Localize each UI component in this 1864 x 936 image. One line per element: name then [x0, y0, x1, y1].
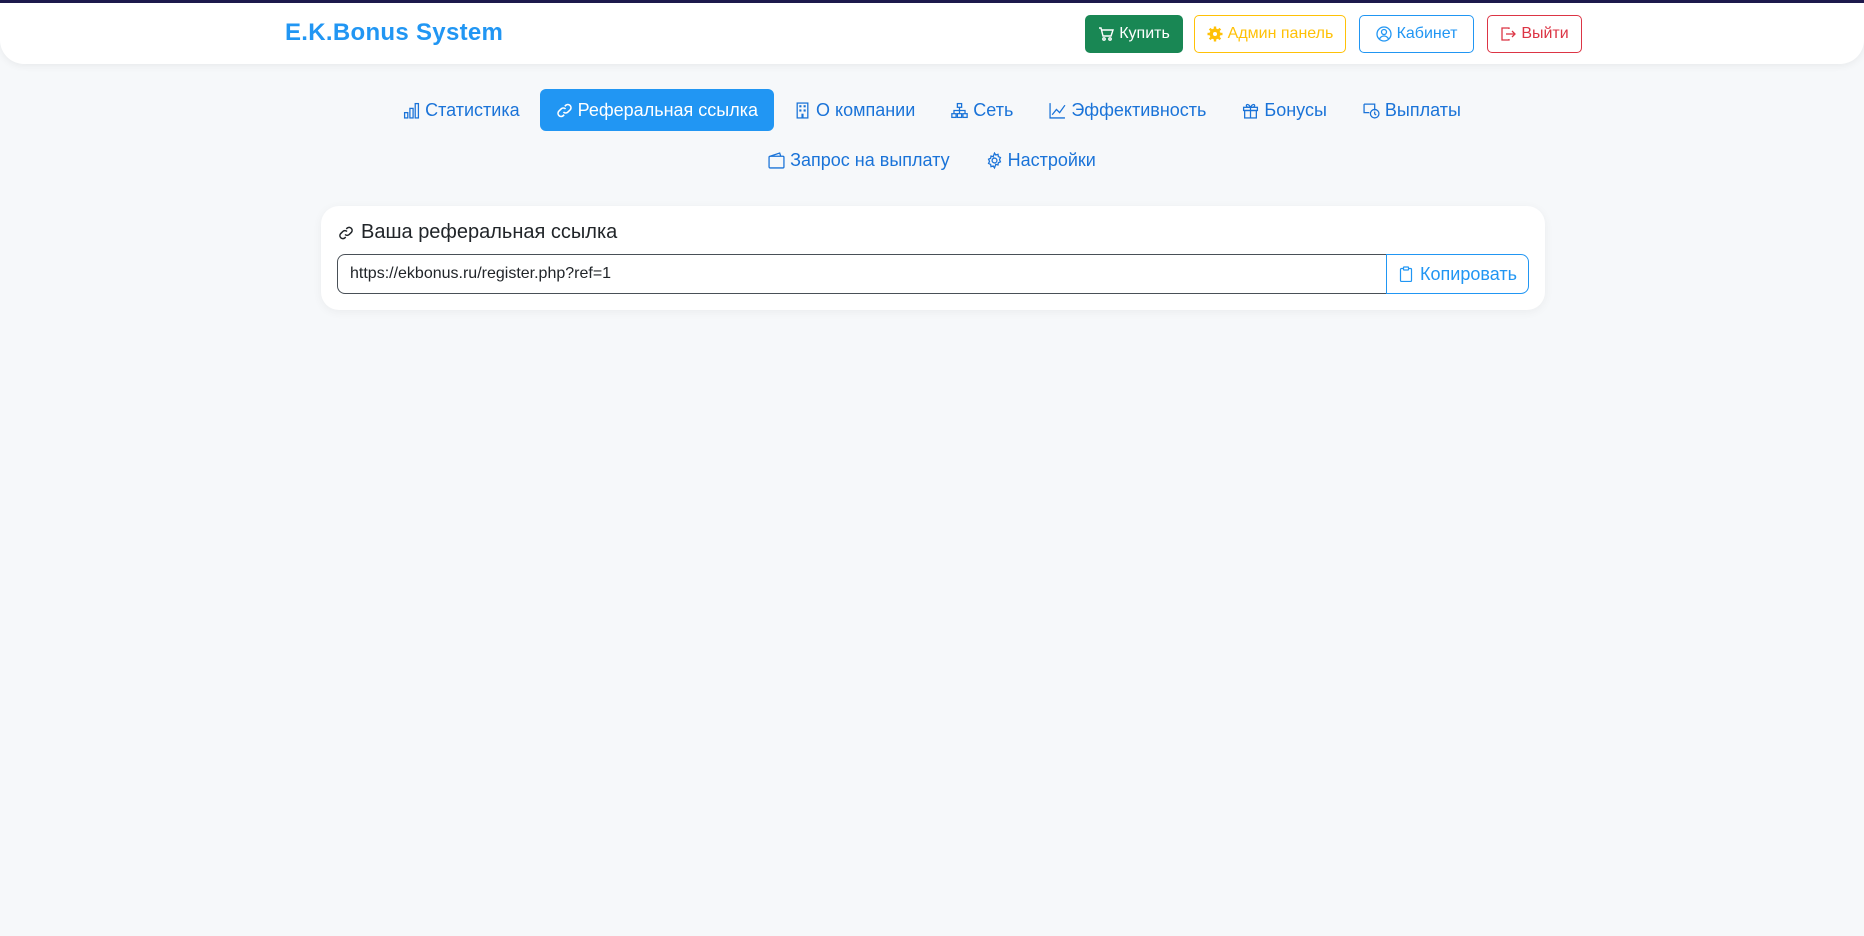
referral-card: Ваша реферальная ссылка Копировать: [321, 206, 1545, 310]
clipboard-icon: [1399, 266, 1413, 282]
logout-label: Выйти: [1521, 25, 1569, 42]
tab-label: Бонусы: [1264, 99, 1327, 120]
tab-label: Запрос на выплату: [790, 149, 950, 170]
link-icon: [339, 226, 353, 239]
tab-referral-link[interactable]: Реферальная ссылка: [539, 89, 774, 131]
copy-button[interactable]: Копировать: [1386, 254, 1529, 294]
gift-icon: [1243, 103, 1259, 119]
cabinet-label: Кабинет: [1396, 25, 1458, 42]
tab-bonuses[interactable]: Бонусы: [1226, 89, 1343, 131]
tab-payout-request[interactable]: Запрос на выплату: [752, 139, 965, 181]
building-icon: [796, 101, 809, 119]
tab-label: Настройки: [1007, 149, 1096, 170]
top-navbar: E.K.Bonus System Купить Админ панель Каб…: [0, 3, 1864, 64]
gear-icon: [987, 151, 1001, 169]
referral-input-group: Копировать: [337, 254, 1529, 294]
gear-icon: [1207, 26, 1223, 42]
admin-panel-button[interactable]: Админ панель: [1194, 15, 1346, 53]
network-icon: [951, 102, 969, 118]
user-circle-icon: [1375, 26, 1392, 42]
nav-tabs-row-2: Запрос на выплату Настройки: [0, 141, 1864, 179]
tab-settings[interactable]: Настройки: [970, 139, 1112, 181]
tab-label: О компании: [816, 99, 916, 120]
logout-icon: [1501, 27, 1517, 41]
cash-icon: [1363, 102, 1380, 119]
tab-payouts[interactable]: Выплаты: [1347, 89, 1477, 131]
tab-label: Статистика: [425, 99, 520, 120]
tab-label: Эффективность: [1071, 99, 1207, 120]
line-chart-icon: [1049, 102, 1066, 119]
tab-network[interactable]: Сеть: [935, 89, 1029, 131]
wallet-icon: [768, 151, 785, 169]
cart-icon: [1099, 27, 1115, 41]
brand-logo[interactable]: E.K.Bonus System: [285, 19, 503, 47]
buy-label: Купить: [1119, 25, 1170, 42]
link-icon: [556, 103, 572, 117]
nav-tabs-row-1: Статистика Реферальная ссылка О компании…: [0, 89, 1864, 131]
bar-chart-icon: [404, 102, 420, 119]
tab-label: Реферальная ссылка: [577, 99, 758, 120]
logout-button[interactable]: Выйти: [1487, 15, 1582, 53]
tab-label: Выплаты: [1384, 99, 1461, 120]
tab-label: Сеть: [973, 99, 1014, 120]
cabinet-button[interactable]: Кабинет: [1359, 15, 1474, 53]
referral-card-title: Ваша реферальная ссылка: [338, 221, 617, 244]
tab-statistics[interactable]: Статистика: [387, 89, 536, 131]
referral-link-input[interactable]: [337, 254, 1386, 294]
admin-label: Админ панель: [1227, 25, 1334, 42]
tab-about-company[interactable]: О компании: [778, 89, 931, 131]
referral-title-text: Ваша реферальная ссылка: [361, 221, 618, 243]
copy-label: Копировать: [1420, 263, 1517, 284]
tab-efficiency[interactable]: Эффективность: [1033, 89, 1222, 131]
buy-button[interactable]: Купить: [1085, 15, 1183, 53]
